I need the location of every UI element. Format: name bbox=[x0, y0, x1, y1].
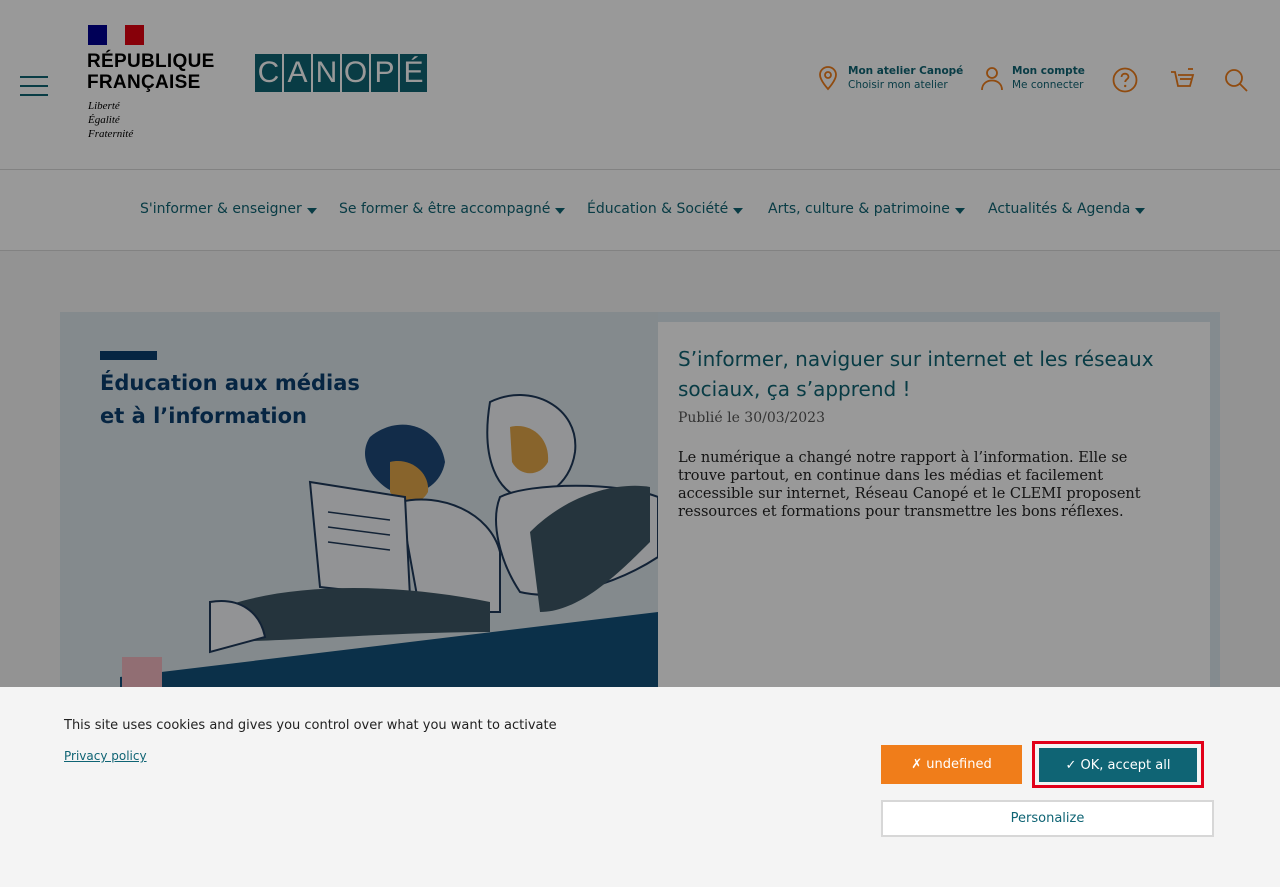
user-icon bbox=[981, 67, 1003, 91]
atelier-link[interactable]: Mon atelier Canopé Choisir mon atelier bbox=[814, 64, 963, 92]
nav-item-se-former[interactable]: Se former & être accompagné bbox=[339, 201, 566, 217]
help-icon[interactable] bbox=[1111, 66, 1139, 94]
card-body: S’informer, naviguer sur internet et les… bbox=[658, 322, 1210, 687]
brand-letter: A bbox=[284, 54, 311, 92]
hero-title: Éducation aux médias et à l’information bbox=[100, 371, 360, 428]
canope-logo[interactable]: C A N O P É bbox=[255, 54, 427, 92]
nav-item-arts-culture[interactable]: Arts, culture & patrimoine bbox=[768, 201, 965, 217]
caret-down-icon bbox=[1135, 208, 1146, 214]
deny-button[interactable]: ✗ undefined bbox=[881, 745, 1022, 784]
atelier-subtitle: Choisir mon atelier bbox=[848, 79, 948, 91]
site-header: RÉPUBLIQUE FRANÇAISE Liberté Égalité Fra… bbox=[0, 0, 1280, 170]
caret-down-icon bbox=[954, 208, 965, 214]
featured-card[interactable]: Éducation aux médias et à l’information … bbox=[60, 312, 1220, 687]
account-subtitle: Me connecter bbox=[1012, 79, 1084, 91]
brand-letter: P bbox=[371, 54, 398, 92]
location-pin-icon bbox=[819, 66, 837, 91]
publish-date: Publié le 30/03/2023 bbox=[678, 410, 825, 426]
menu-icon[interactable] bbox=[20, 76, 48, 96]
republic-motto: Liberté Égalité Fraternité bbox=[88, 100, 134, 140]
search-icon[interactable] bbox=[1222, 66, 1250, 94]
article-description: Le numérique a changé notre rapport à l’… bbox=[678, 450, 1141, 520]
caret-down-icon bbox=[306, 208, 317, 214]
brand-letter: C bbox=[255, 54, 282, 92]
accept-all-highlight: ✓ OK, accept all bbox=[1032, 741, 1204, 788]
hero-illustration: Éducation aux médias et à l’information bbox=[60, 312, 658, 687]
article-title[interactable]: S’informer, naviguer sur internet et les… bbox=[678, 344, 1188, 404]
nav-item-actualites[interactable]: Actualités & Agenda bbox=[988, 201, 1146, 217]
cart-icon[interactable] bbox=[1168, 66, 1196, 94]
caret-down-icon bbox=[555, 208, 566, 214]
caret-down-icon bbox=[733, 208, 744, 214]
personalize-button[interactable]: Personalize bbox=[881, 800, 1214, 837]
nav-item-sinformer[interactable]: S'informer & enseigner bbox=[140, 201, 317, 217]
hero-accent-bar bbox=[100, 351, 157, 360]
account-title: Mon compte bbox=[1012, 65, 1085, 77]
privacy-policy-link[interactable]: Privacy policy bbox=[64, 749, 147, 763]
french-flag-icon bbox=[88, 25, 144, 45]
nav-item-education-societe[interactable]: Éducation & Société bbox=[587, 201, 744, 217]
main-nav: S'informer & enseigner Se former & être … bbox=[0, 170, 1280, 251]
cookie-banner: This site uses cookies and gives you con… bbox=[0, 687, 1280, 887]
brand-letter: O bbox=[342, 54, 369, 92]
brand-letter: É bbox=[400, 54, 427, 92]
account-link[interactable]: Mon compte Me connecter bbox=[978, 64, 1085, 92]
brand-letter: N bbox=[313, 54, 340, 92]
atelier-title: Mon atelier Canopé bbox=[848, 65, 964, 77]
republique-francaise-logo[interactable]: RÉPUBLIQUE FRANÇAISE Liberté Égalité Fra… bbox=[87, 24, 227, 144]
accept-all-button[interactable]: ✓ OK, accept all bbox=[1039, 748, 1197, 782]
republic-name: RÉPUBLIQUE FRANÇAISE bbox=[87, 51, 215, 93]
cookie-message: This site uses cookies and gives you con… bbox=[64, 718, 557, 733]
